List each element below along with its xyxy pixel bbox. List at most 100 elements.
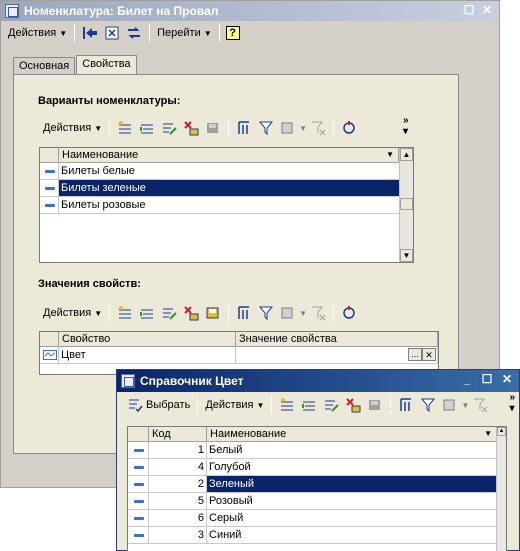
vertical-scrollbar[interactable]: ▲ ▼ <box>399 148 413 262</box>
chevron-down-icon[interactable]: ▼ <box>299 124 307 133</box>
variant-name-cell: Билеты розовые <box>59 197 401 213</box>
name-column-header[interactable]: Наименование ▼ <box>59 148 399 162</box>
help-icon[interactable]: ? <box>225 26 240 40</box>
color-name-cell: Розовый <box>207 493 497 509</box>
table-row-selected[interactable]: Билеты зеленые <box>40 180 401 197</box>
toolbar-overflow-icon[interactable]: » ▾ <box>403 115 409 137</box>
select-button[interactable]: Выбрать <box>121 395 193 415</box>
tab-main[interactable]: Основная <box>13 57 76 75</box>
clear-value-icon[interactable]: ✕ <box>422 348 436 361</box>
variant-name-cell: Билеты белые <box>59 163 401 179</box>
edit-row-icon[interactable] <box>160 119 178 137</box>
name-column-label: Наименование <box>62 149 139 161</box>
table-row[interactable]: 4 Голубой <box>128 459 497 476</box>
variants-table-header: Наименование ▼ <box>40 148 413 163</box>
tab-properties[interactable]: Свойства <box>76 55 137 75</box>
main-actions-button[interactable]: Действия ▼ <box>5 23 70 43</box>
properties-actions-button[interactable]: Действия ▼ <box>40 303 105 323</box>
table-row[interactable]: Билеты розовые <box>40 197 401 214</box>
list-item-icon <box>40 180 59 196</box>
scroll-down-icon[interactable]: ▼ <box>400 249 413 262</box>
table-row[interactable]: 1 Белый <box>128 442 497 459</box>
filter-list-icon[interactable] <box>279 304 297 322</box>
scroll-thumb[interactable] <box>400 198 413 210</box>
table-row[interactable]: 3 Синий <box>128 527 497 544</box>
name-column-header[interactable]: Наименование ▼ <box>207 427 497 441</box>
refresh-icon[interactable] <box>340 304 358 322</box>
select-ellipsis-button[interactable]: ... <box>408 348 422 361</box>
child-title-bar[interactable]: Справочник Цвет _ ☐ ✕ <box>117 370 519 392</box>
table-row[interactable]: 5 Розовый <box>128 493 497 510</box>
delete-row-icon[interactable] <box>182 119 200 137</box>
clear-filter-icon[interactable] <box>309 304 327 322</box>
close-icon[interactable]: ✕ <box>479 3 495 17</box>
variants-table[interactable]: Наименование ▼ Билеты белые Билеты зелен… <box>39 147 414 263</box>
table-row[interactable]: Билеты белые <box>40 163 401 180</box>
maximize-icon[interactable]: ☐ <box>461 3 477 17</box>
table-row-selected[interactable]: 2 Зеленый <box>128 476 497 493</box>
save-icon[interactable] <box>204 304 222 322</box>
filter-icon[interactable] <box>419 396 437 414</box>
add-child-row-icon[interactable] <box>300 396 318 414</box>
toolbar-separator <box>197 396 199 414</box>
save-disabled-icon[interactable] <box>204 119 222 137</box>
table-row[interactable]: 6 Серый <box>128 510 497 527</box>
sort-icon[interactable] <box>235 119 253 137</box>
value-column-header[interactable]: Значение свойства <box>236 332 438 346</box>
clear-filter-icon[interactable] <box>309 119 327 137</box>
properties-table-header: Свойство Значение свойства <box>40 332 438 347</box>
add-row-icon[interactable] <box>116 119 134 137</box>
add-row-icon[interactable] <box>278 396 296 414</box>
scroll-up-icon[interactable]: ▲ <box>497 427 506 436</box>
vertical-scrollbar[interactable]: ▲ <box>496 427 506 551</box>
chevron-down-icon[interactable]: ▼ <box>299 309 307 318</box>
add-child-row-icon[interactable] <box>138 304 156 322</box>
table-row[interactable]: Цвет ... ✕ <box>40 347 438 364</box>
sync-arrows-icon[interactable] <box>125 24 143 42</box>
filter-icon[interactable] <box>257 304 275 322</box>
sort-icon[interactable] <box>397 396 415 414</box>
filter-list-icon[interactable] <box>279 119 297 137</box>
minimize-icon[interactable]: _ <box>459 372 475 386</box>
maximize-icon[interactable]: ☐ <box>479 372 495 386</box>
save-disabled-icon[interactable] <box>366 396 384 414</box>
properties-actions-label: Действия <box>43 307 92 319</box>
main-title-bar[interactable]: Номенклатура: Билет на Провал ☐ ✕ <box>1 1 499 21</box>
sort-icon[interactable] <box>235 304 253 322</box>
list-item-icon <box>128 527 149 543</box>
filter-list-icon[interactable] <box>441 396 459 414</box>
color-table-header: Код Наименование ▼ <box>128 427 506 442</box>
properties-section-label: Значения свойств: <box>38 278 141 290</box>
delete-row-icon[interactable] <box>182 304 200 322</box>
variants-actions-label: Действия <box>43 122 92 134</box>
select-label: Выбрать <box>146 399 191 411</box>
filter-icon[interactable] <box>257 119 275 137</box>
edit-row-icon[interactable] <box>160 304 178 322</box>
variants-section-label: Варианты номенклатуры: <box>38 95 181 107</box>
toolbar-separator <box>109 304 111 322</box>
property-value-field[interactable]: ... ✕ <box>236 347 438 363</box>
add-child-row-icon[interactable] <box>138 119 156 137</box>
back-arrow-icon[interactable] <box>81 24 99 42</box>
refresh-icon[interactable] <box>340 119 358 137</box>
close-icon[interactable]: ✕ <box>499 372 515 386</box>
goto-button[interactable]: Перейти ▼ <box>154 23 215 43</box>
variants-actions-button[interactable]: Действия ▼ <box>40 118 105 138</box>
toolbar-separator <box>228 304 230 322</box>
scroll-up-icon[interactable]: ▲ <box>400 148 413 161</box>
child-actions-button[interactable]: Действия ▼ <box>202 395 267 415</box>
refresh-icon[interactable] <box>103 24 121 42</box>
chevron-down-icon: ▼ <box>94 123 103 133</box>
delete-row-icon[interactable] <box>344 396 362 414</box>
goto-label: Перейти <box>157 27 201 39</box>
toolbar-overflow-icon[interactable]: » ▾ <box>509 392 515 414</box>
code-column-header[interactable]: Код <box>149 427 207 441</box>
property-column-header[interactable]: Свойство <box>59 332 236 346</box>
toolbar-separator <box>149 24 151 42</box>
chevron-down-icon[interactable]: ▼ <box>461 401 469 410</box>
edit-row-icon[interactable] <box>322 396 340 414</box>
color-catalog-table[interactable]: Код Наименование ▼ 1 Белый 4 Голубой 2 З… <box>127 426 507 551</box>
clear-filter-icon[interactable] <box>471 396 489 414</box>
list-item-icon <box>40 197 59 213</box>
add-row-icon[interactable] <box>116 304 134 322</box>
